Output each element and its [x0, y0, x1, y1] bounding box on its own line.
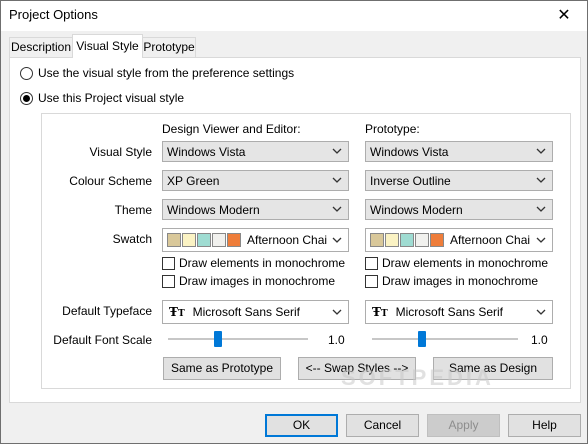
- design-font-scale-value: 1.0: [328, 333, 345, 347]
- chevron-down-icon: [332, 148, 342, 154]
- tab-prototype[interactable]: Prototype: [142, 37, 196, 57]
- prototype-colour-scheme-select[interactable]: Inverse Outline: [365, 170, 553, 191]
- checkbox[interactable]: [365, 256, 378, 270]
- chevron-down-icon: [332, 206, 342, 212]
- tab-visual-style[interactable]: Visual Style: [72, 34, 143, 58]
- truetype-font-icon: ŦT: [169, 305, 185, 319]
- design-colour-scheme-select[interactable]: XP Green: [162, 170, 349, 191]
- default-font-scale-label: Default Font Scale: [53, 333, 152, 347]
- design-typeface-select[interactable]: ŦT Microsoft Sans Serif: [162, 300, 349, 324]
- design-mono-images-checkbox[interactable]: Draw images in monochrome: [162, 274, 335, 288]
- chevron-down-icon: [332, 177, 342, 183]
- chevron-down-icon: [332, 237, 342, 243]
- swatch-color-4: [212, 233, 226, 247]
- apply-button[interactable]: Apply: [427, 414, 500, 437]
- checkbox-label: Draw images in monochrome: [179, 274, 336, 288]
- chevron-down-icon: [536, 177, 546, 183]
- truetype-font-icon: ŦT: [372, 305, 388, 319]
- prototype-font-scale-value: 1.0: [531, 333, 548, 347]
- title-bar: Project Options ✕: [1, 1, 587, 31]
- prototype-typeface-select[interactable]: ŦT Microsoft Sans Serif: [365, 300, 553, 324]
- radio-label: Use the visual style from the preference…: [38, 66, 295, 80]
- design-mono-elements-checkbox[interactable]: Draw elements in monochrome: [162, 256, 345, 270]
- radio-button[interactable]: [20, 66, 33, 80]
- radio-button-selected[interactable]: [20, 91, 33, 105]
- ok-button[interactable]: OK: [265, 414, 338, 437]
- chevron-down-icon: [332, 309, 342, 315]
- prototype-column-header: Prototype:: [365, 122, 420, 136]
- swatch-color-4: [415, 233, 429, 247]
- help-button[interactable]: Help: [508, 414, 581, 437]
- design-column-header: Design Viewer and Editor:: [162, 122, 301, 136]
- tab-description[interactable]: Description: [9, 37, 73, 57]
- select-value: Microsoft Sans Serif: [192, 305, 301, 319]
- swatch-color-1: [167, 233, 181, 247]
- swatch-color-1: [370, 233, 384, 247]
- cancel-button[interactable]: Cancel: [346, 414, 419, 437]
- default-typeface-label: Default Typeface: [62, 304, 152, 318]
- checkbox[interactable]: [365, 274, 378, 288]
- prototype-font-scale-slider[interactable]: [372, 331, 518, 347]
- select-value: Windows Vista: [370, 144, 449, 159]
- slider-thumb[interactable]: [214, 331, 222, 347]
- watermark: SOFTPEDIA: [341, 365, 494, 390]
- prototype-theme-select[interactable]: Windows Modern: [365, 199, 553, 220]
- checkbox[interactable]: [162, 274, 175, 288]
- design-visual-style-select[interactable]: Windows Vista: [162, 141, 349, 162]
- close-icon[interactable]: ✕: [541, 1, 587, 31]
- chevron-down-icon: [536, 148, 546, 154]
- radio-use-preference[interactable]: Use the visual style from the preference…: [20, 66, 294, 80]
- swatch-color-2: [182, 233, 196, 247]
- select-value: Windows Modern: [370, 202, 463, 217]
- swatch-color-3: [197, 233, 211, 247]
- radio-label: Use this Project visual style: [38, 91, 185, 105]
- prototype-visual-style-select[interactable]: Windows Vista: [365, 141, 553, 162]
- radio-use-project[interactable]: Use this Project visual style: [20, 91, 184, 105]
- slider-track: [372, 338, 518, 340]
- select-value: Microsoft Sans Serif: [395, 305, 504, 319]
- checkbox[interactable]: [162, 256, 175, 270]
- design-font-scale-slider[interactable]: [168, 331, 308, 347]
- swatch-color-3: [400, 233, 414, 247]
- select-value: Windows Vista: [167, 144, 246, 159]
- swatch-label: Swatch: [112, 232, 152, 246]
- swatch-colors: [370, 233, 444, 247]
- project-options-window: Project Options ✕ Description Visual Sty…: [0, 0, 588, 444]
- visual-style-label: Visual Style: [89, 145, 152, 159]
- checkbox-label: Draw elements in monochrome: [382, 256, 549, 270]
- prototype-swatch-select[interactable]: Afternoon Chai: [365, 228, 553, 252]
- theme-label: Theme: [114, 203, 152, 217]
- select-value: XP Green: [167, 173, 220, 188]
- colour-scheme-label: Colour Scheme: [69, 174, 152, 188]
- project-style-group: Design Viewer and Editor: Prototype: Vis…: [41, 113, 571, 389]
- swatch-color-5: [430, 233, 444, 247]
- slider-track: [168, 338, 308, 340]
- prototype-mono-elements-checkbox[interactable]: Draw elements in monochrome: [365, 256, 548, 270]
- checkbox-label: Draw elements in monochrome: [179, 256, 346, 270]
- chevron-down-icon: [536, 237, 546, 243]
- chevron-down-icon: [536, 309, 546, 315]
- checkbox-label: Draw images in monochrome: [382, 274, 539, 288]
- window-title: Project Options: [9, 7, 98, 22]
- chevron-down-icon: [536, 206, 546, 212]
- select-value: Windows Modern: [167, 202, 260, 217]
- swatch-colors: [167, 233, 241, 247]
- design-theme-select[interactable]: Windows Modern: [162, 199, 349, 220]
- select-value: Afternoon Chai: [247, 233, 328, 247]
- select-value: Inverse Outline: [370, 173, 451, 188]
- design-swatch-select[interactable]: Afternoon Chai: [162, 228, 349, 252]
- slider-thumb[interactable]: [418, 331, 426, 347]
- swatch-color-2: [385, 233, 399, 247]
- prototype-mono-images-checkbox[interactable]: Draw images in monochrome: [365, 274, 538, 288]
- same-as-prototype-button[interactable]: Same as Prototype: [163, 357, 281, 380]
- swatch-color-5: [227, 233, 241, 247]
- select-value: Afternoon Chai: [450, 233, 531, 247]
